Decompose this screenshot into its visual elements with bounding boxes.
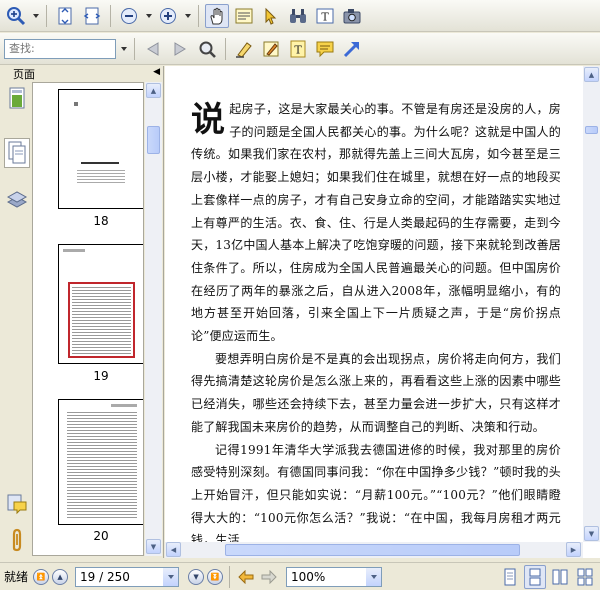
search-magnifier-icon[interactable]: [195, 37, 219, 61]
page-20-text-lines: [67, 412, 137, 520]
document-vertical-scrollbar[interactable]: ▲ ▼: [583, 66, 600, 542]
secondary-toolbar: T: [0, 33, 600, 65]
search-dropdown-arrow[interactable]: [119, 37, 128, 61]
hand-tool-icon[interactable]: [205, 3, 229, 28]
page-thumbnail[interactable]: [58, 89, 143, 209]
fit-width-icon[interactable]: [80, 4, 104, 28]
page-20-header: [111, 404, 137, 407]
zoom-dropdown-arrow[interactable]: [366, 567, 382, 586]
comments-tab-icon[interactable]: [4, 490, 30, 520]
svg-text:T: T: [321, 10, 329, 23]
snapshot-camera-icon[interactable]: [340, 4, 364, 28]
current-view-rectangle[interactable]: [68, 282, 135, 358]
scroll-up-icon[interactable]: ▲: [584, 67, 599, 82]
arrow-annotation-icon[interactable]: [340, 37, 364, 61]
page-thumbnail[interactable]: [58, 399, 143, 525]
page-18-mark: [74, 102, 78, 106]
paragraph-text: 起房子，这是大家最关心的事。不管是有房还是没房的人，房子的问题是全国人民都关心的…: [191, 102, 561, 344]
text-box-tool-icon[interactable]: T: [313, 4, 337, 28]
toolbar-separator: [134, 37, 135, 60]
page-dropdown-arrow[interactable]: [163, 567, 179, 586]
thumbnail-label: 18: [93, 214, 109, 228]
toolbar-separator: [198, 4, 199, 27]
page-text[interactable]: 说起房子，这是大家最关心的事。不管是有房还是没房的人，房子的问题是全国人民都关心…: [191, 98, 561, 542]
thumbnail-list[interactable]: 18 19 20: [32, 82, 144, 556]
thumbnail-label: 19: [93, 369, 109, 383]
single-page-view-icon[interactable]: [499, 565, 521, 589]
scroll-thumb[interactable]: [147, 126, 160, 154]
page-18-heading: [81, 162, 119, 164]
pages-panel-header: 页面 ◀: [0, 66, 163, 81]
previous-page-icon[interactable]: ▲: [52, 568, 69, 585]
continuous-view-icon[interactable]: [524, 564, 546, 589]
attachments-paperclip-icon[interactable]: [4, 526, 30, 556]
text-select-tool-icon[interactable]: [232, 4, 256, 28]
status-ready-text: 就绪: [4, 570, 29, 584]
panel-title: 页面: [13, 68, 35, 81]
search-input[interactable]: [4, 38, 116, 59]
select-arrow-tool-icon[interactable]: [259, 4, 283, 28]
find-next-icon[interactable]: [168, 37, 192, 61]
zoom-in-dropdown-arrow[interactable]: [183, 4, 192, 28]
toolbar-separator: [46, 4, 47, 27]
note-comment-icon[interactable]: [313, 37, 337, 61]
paragraph: 要想弄明白房价是不是真的会出现拐点，房价将走向何方，我们得先搞清楚这轮房价是怎么…: [191, 351, 561, 434]
scroll-thumb[interactable]: [225, 544, 520, 556]
fit-page-icon[interactable]: [53, 4, 77, 28]
scroll-thumb[interactable]: [585, 126, 598, 134]
dropcap-character: 说: [191, 100, 226, 140]
zoom-in-icon[interactable]: [156, 4, 180, 28]
toolbar-separator: [110, 4, 111, 27]
pages-tab-icon[interactable]: [4, 138, 30, 168]
main-toolbar: T: [0, 0, 600, 32]
continuous-facing-view-icon[interactable]: [574, 565, 596, 589]
page-thumbnail-current[interactable]: [58, 244, 143, 364]
document-page: 说起房子，这是大家最关心的事。不管是有房还是没房的人，房子的问题是全国人民都关心…: [165, 66, 582, 542]
back-arrow-icon[interactable]: [236, 565, 256, 589]
zoom-dropdown-arrow[interactable]: [31, 4, 40, 28]
pencil-tool-icon[interactable]: [259, 37, 283, 61]
find-previous-icon[interactable]: [141, 37, 165, 61]
last-page-icon[interactable]: ⏬: [207, 568, 224, 585]
side-tab-strip: [2, 82, 32, 556]
zoom-out-icon[interactable]: [117, 4, 141, 28]
thumbnail-scrollbar[interactable]: ▲ ▼: [145, 82, 162, 556]
toolbar-separator: [225, 37, 226, 60]
scroll-down-icon[interactable]: ▼: [146, 539, 161, 554]
forward-arrow-icon[interactable]: [259, 565, 279, 589]
layers-tab-icon[interactable]: [4, 184, 30, 214]
panel-collapse-icon[interactable]: ◀: [153, 67, 160, 77]
bookmarks-tab-icon[interactable]: [4, 84, 30, 114]
pages-panel: 页面 ◀ 18 19 20 ▲ ▼: [0, 66, 164, 558]
document-view[interactable]: 说起房子，这是大家最关心的事。不管是有房还是没房的人，房子的问题是全国人民都关心…: [165, 66, 600, 558]
thumbnail-label: 20: [93, 529, 109, 543]
zoom-out-dropdown-arrow[interactable]: [144, 4, 153, 28]
next-page-icon[interactable]: ▼: [188, 568, 205, 585]
page-19-header: [63, 249, 85, 252]
zoom-value: 100%: [291, 569, 326, 584]
binoculars-icon[interactable]: [286, 4, 310, 28]
paragraph: 记得1991年清华大学派我去德国进修的时候，我对那里的房价感受特别深刻。有德国同…: [191, 442, 561, 542]
zoom-field[interactable]: 100%: [286, 566, 383, 587]
first-page-icon[interactable]: ⏫: [33, 568, 50, 585]
scroll-up-icon[interactable]: ▲: [146, 83, 161, 98]
page-18-text-lines: [77, 170, 125, 184]
page-number-field[interactable]: 19 / 250: [75, 566, 180, 587]
scroll-right-icon[interactable]: ▶: [566, 542, 581, 557]
scroll-left-icon[interactable]: ◀: [166, 542, 181, 557]
typewriter-tool-icon[interactable]: T: [286, 37, 310, 61]
scroll-down-icon[interactable]: ▼: [584, 526, 599, 541]
svg-text:T: T: [294, 43, 302, 56]
document-horizontal-scrollbar[interactable]: ◀ ▶: [165, 542, 583, 558]
highlight-tool-icon[interactable]: [232, 37, 256, 61]
status-bar: 就绪 ⏫ ▲ 19 / 250 ▼ ⏬ 100%: [0, 562, 600, 590]
page-indicator: 19 / 250: [80, 569, 130, 584]
status-separator: [229, 565, 231, 588]
facing-view-icon[interactable]: [549, 565, 571, 589]
zoom-in-magnifier-icon[interactable]: [4, 4, 28, 28]
paragraph: 说起房子，这是大家最关心的事。不管是有房还是没房的人，房子的问题是全国人民都关心…: [191, 98, 561, 348]
